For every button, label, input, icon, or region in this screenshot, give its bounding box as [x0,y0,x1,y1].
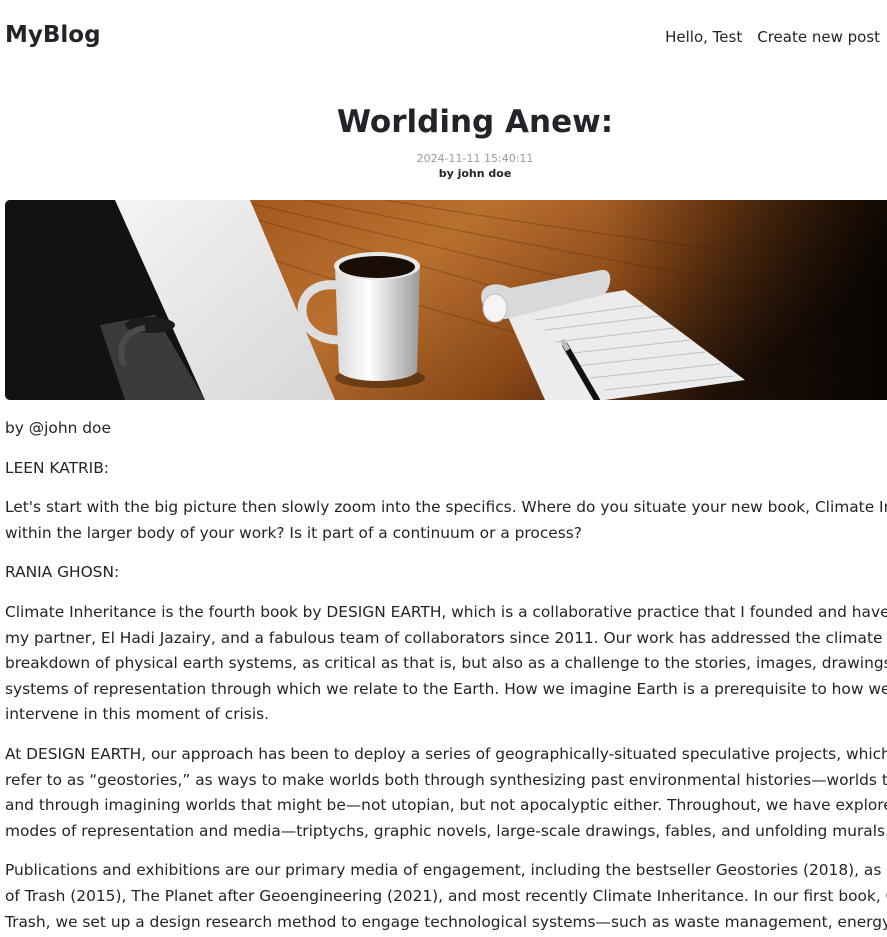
page: MyBlog Hello, Test Create new post World… [0,0,887,937]
nav-links: Hello, Test Create new post [665,28,880,46]
paragraph-line: At DESIGN EARTH, our approach has been t… [5,744,887,763]
paragraph-line: within the larger body of your work? Is … [5,523,582,542]
paragraph-line: intervene in this moment of crisis. [5,705,270,724]
paragraph-line: Trash, we set up a design research metho… [5,912,887,931]
post-byline: by @john doe [5,419,111,437]
paragraph-line: Climate Inheritance is the fourth book b… [5,602,887,621]
navbar: MyBlog Hello, Test Create new post [0,0,887,78]
create-post-link[interactable]: Create new post [757,28,880,46]
speaker-label: LEEN KATRIB: [5,458,109,477]
post-author: by john doe [438,167,512,180]
post-hero-image [5,200,887,400]
paragraph-line: modes of representation and media—tripty… [5,821,887,840]
post-title: Worlding Anew: [336,104,614,140]
post-date: 2024-11-11 15:40:11 [416,152,534,165]
paragraph-line: Publications and exhibitions are our pri… [5,861,887,880]
brand-logo-link[interactable]: MyBlog [5,22,101,48]
paragraph-line: refer to as “geostories,” as ways to mak… [5,770,887,789]
paragraph: Publications and exhibitions are our pri… [5,858,887,935]
paragraph-line: Let's start with the big picture then sl… [5,498,887,517]
paragraph: Let's start with the big picture then sl… [5,495,887,546]
paragraph-line: my partner, El Hadi Jazairy, and a fabul… [5,628,887,647]
paragraph: Climate Inheritance is the fourth book b… [5,600,887,728]
paragraph-line: breakdown of physical earth systems, as … [5,654,887,673]
greeting-link[interactable]: Hello, Test [665,28,742,46]
speaker-label: RANIA GHOSN: [5,563,120,582]
post-content: by @john doe LEEN KATRIB: Let's start wi… [5,416,887,937]
paragraph-line: and through imagining worlds that might … [5,796,887,815]
paragraph-line: systems of representation through which … [5,679,887,698]
paragraph-line: of Trash (2015), The Planet after Geoeng… [5,886,887,905]
paragraph: At DESIGN EARTH, our approach has been t… [5,742,887,844]
